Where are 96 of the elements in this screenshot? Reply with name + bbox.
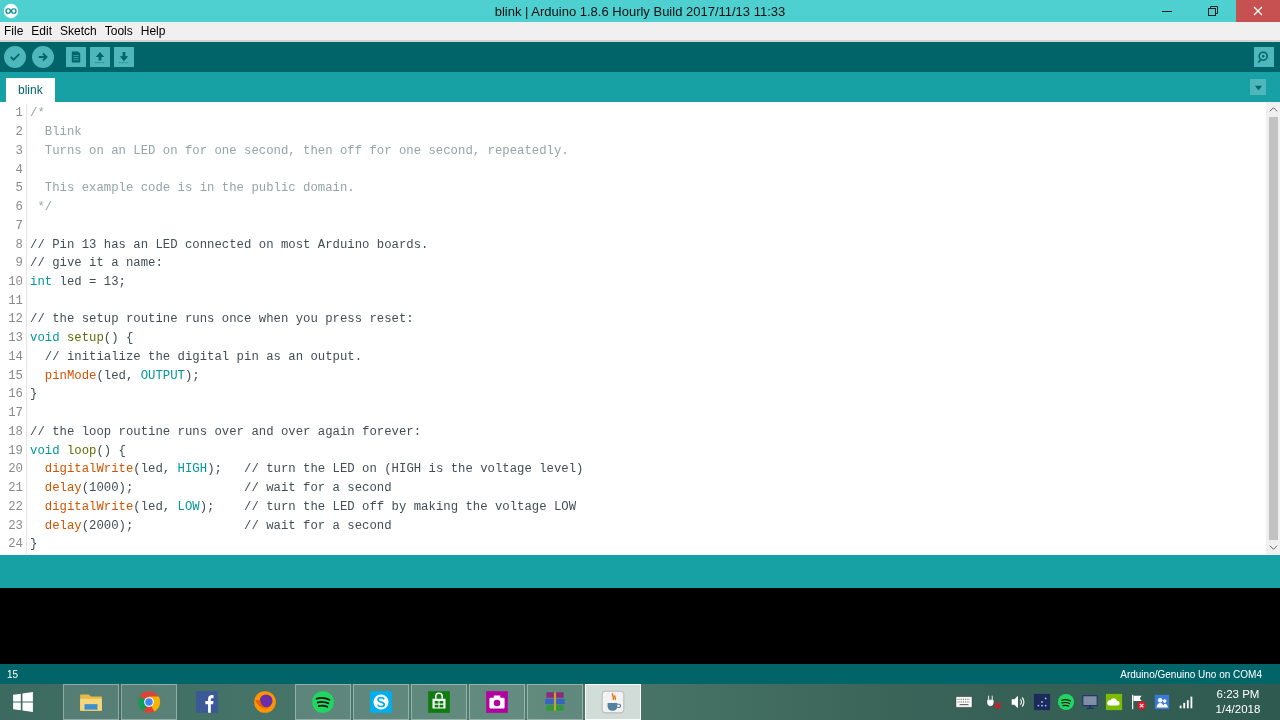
app-logo-icon bbox=[3, 3, 19, 19]
fox-globe-icon bbox=[252, 689, 278, 715]
code-line: delay(2000); // wait for a second bbox=[43, 518, 392, 533]
upload-button[interactable] bbox=[32, 46, 54, 68]
line-number: 8 bbox=[0, 235, 27, 254]
new-button[interactable] bbox=[66, 47, 86, 67]
line-number: 13 bbox=[0, 328, 27, 348]
code-line: */ bbox=[36, 200, 53, 215]
save-button[interactable] bbox=[114, 47, 134, 67]
line-number: 2 bbox=[0, 122, 27, 142]
sound-waves-icon[interactable] bbox=[1057, 693, 1075, 711]
tab-menu-button[interactable] bbox=[1250, 79, 1266, 95]
line-number: 18 bbox=[0, 422, 27, 442]
code-line: /* bbox=[30, 106, 45, 121]
taskbar-app[interactable] bbox=[411, 684, 467, 720]
letter-f-icon bbox=[194, 689, 220, 715]
code-line: // give it a name: bbox=[30, 256, 163, 271]
code-line: delay(1000); // wait for a second bbox=[43, 481, 392, 496]
code-line: void setup() { bbox=[30, 331, 134, 346]
code-line: pinMode(led, OUTPUT); bbox=[43, 368, 200, 383]
line-number: 6 bbox=[0, 197, 27, 217]
code-line: int led = 13; bbox=[30, 274, 126, 289]
line-number: 1 bbox=[0, 104, 27, 123]
menu-item[interactable]: Edit bbox=[31, 24, 53, 38]
code-line: } bbox=[30, 537, 38, 552]
line-number: 17 bbox=[0, 403, 27, 423]
code-line: Turns on an LED on for one second, then off for one second, repeatedly. bbox=[43, 143, 569, 158]
arrow-down-icon bbox=[117, 50, 131, 64]
line-number: 10 bbox=[0, 272, 27, 292]
line-number: 20 bbox=[0, 459, 27, 479]
line-number: 4 bbox=[0, 160, 27, 179]
arrow-right-icon bbox=[36, 50, 50, 64]
menu-item[interactable]: Sketch bbox=[60, 24, 97, 38]
power-plug-icon[interactable] bbox=[985, 693, 1003, 711]
line-number: 5 bbox=[0, 178, 27, 198]
code-line: Blink bbox=[43, 125, 82, 140]
line-number: 9 bbox=[0, 253, 27, 273]
code-line: void loop() { bbox=[30, 443, 126, 458]
taskbar-app[interactable] bbox=[469, 684, 525, 720]
globe-icon bbox=[136, 689, 162, 715]
code-line: // the setup routine runs once when you press reset: bbox=[30, 312, 414, 327]
sound-waves-icon bbox=[310, 689, 336, 715]
line-indicator: 15 bbox=[7, 668, 19, 680]
line-number: 3 bbox=[0, 141, 27, 161]
cloud-icon[interactable] bbox=[1105, 693, 1123, 711]
scrollbar[interactable] bbox=[1266, 102, 1280, 555]
line-number: 12 bbox=[0, 310, 27, 329]
line-number: 22 bbox=[0, 497, 27, 517]
code-line: This example code is in the public domain. bbox=[43, 181, 355, 196]
taskbar-app[interactable] bbox=[527, 684, 583, 720]
taskbar-app[interactable] bbox=[585, 684, 641, 720]
file-tab[interactable]: blink bbox=[6, 78, 55, 102]
code-line: digitalWrite(led, LOW); // turn the LED off by making the voltage LOW bbox=[43, 499, 577, 514]
code-line: } bbox=[30, 387, 38, 402]
line-number: 15 bbox=[0, 366, 27, 385]
line-number: 16 bbox=[0, 385, 27, 404]
camera-icon bbox=[484, 689, 510, 715]
arrow-up-icon bbox=[93, 50, 107, 64]
serial-monitor-button[interactable] bbox=[1254, 47, 1274, 67]
line-number: 19 bbox=[0, 441, 27, 460]
flag-icon[interactable] bbox=[1129, 693, 1147, 711]
menu-item[interactable]: Tools bbox=[104, 24, 133, 38]
speaker-icon[interactable] bbox=[1009, 693, 1027, 711]
taskbar-app[interactable] bbox=[295, 684, 351, 720]
line-number: 11 bbox=[0, 291, 27, 311]
code-line: digitalWrite(led, HIGH); // turn the LED on (HIGH is the voltage level) bbox=[43, 462, 584, 477]
letter-s-icon bbox=[368, 689, 394, 715]
caret-up-icon bbox=[1268, 105, 1278, 114]
window-title: blink | Arduino 1.8.6 Hourly Build 2017/11/13 11:33 bbox=[493, 3, 787, 19]
monitor-icon[interactable] bbox=[1081, 693, 1099, 711]
people-icon[interactable] bbox=[1153, 693, 1171, 711]
restore-icon bbox=[1208, 6, 1218, 16]
line-number: 23 bbox=[0, 516, 27, 535]
shopping-bag-icon bbox=[426, 689, 452, 715]
close-icon bbox=[1253, 6, 1263, 16]
steaming-cup-icon bbox=[600, 689, 626, 715]
line-number: 21 bbox=[0, 478, 27, 498]
code-line: // initialize the digital pin as an output. bbox=[43, 349, 363, 364]
menu-item[interactable]: Help bbox=[140, 24, 166, 38]
dots-icon[interactable] bbox=[1033, 693, 1051, 711]
open-button[interactable] bbox=[90, 47, 110, 67]
caret-down-icon bbox=[1268, 543, 1278, 552]
page-icon bbox=[69, 50, 83, 64]
window-panes-icon bbox=[12, 691, 34, 713]
clock-time: 6:23 PM bbox=[1216, 687, 1260, 702]
line-number: 14 bbox=[0, 347, 27, 367]
code-line: // the loop routine runs over and over again forever: bbox=[30, 424, 422, 439]
clock-date: 1/4/2018 bbox=[1215, 702, 1261, 717]
line-number: 24 bbox=[0, 534, 27, 554]
taskbar-app[interactable] bbox=[353, 684, 409, 720]
clock[interactable]: 6:23 PM 1/4/2018 bbox=[1206, 684, 1270, 720]
line-number: 7 bbox=[0, 216, 27, 236]
code-line: // Pin 13 has an LED connected on most Arduino boards. bbox=[30, 237, 429, 252]
menu-item[interactable]: File bbox=[4, 24, 24, 38]
board-port-label: Arduino/Genuino Uno on COM4 bbox=[1120, 668, 1262, 680]
verify-button[interactable] bbox=[4, 46, 26, 68]
